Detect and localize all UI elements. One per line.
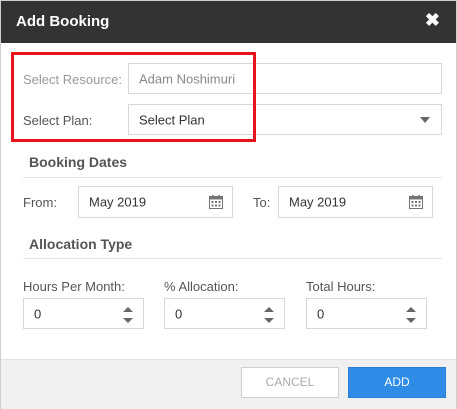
hours-per-month-input[interactable]: 0 [23,298,144,329]
booking-dates-heading: Booking Dates [29,154,128,170]
from-label: From: [23,195,57,210]
section-divider [23,177,442,178]
spinner-icon[interactable] [406,307,416,323]
allocation-type-heading: Allocation Type [29,236,133,252]
percent-allocation-input[interactable]: 0 [164,298,285,329]
percent-allocation-value: 0 [175,306,183,321]
highlight-box [11,52,256,142]
from-date-input[interactable]: May 2019 [78,186,233,218]
from-date-value: May 2019 [89,194,147,210]
spinner-icon[interactable] [123,307,133,323]
total-hours-value: 0 [317,306,325,321]
section-divider [23,258,442,259]
dialog-titlebar: Add Booking ✖ [1,1,456,43]
cancel-button[interactable]: CANCEL [241,367,339,398]
close-icon[interactable]: ✖ [425,11,440,29]
calendar-icon[interactable] [409,195,423,209]
calendar-icon[interactable] [209,195,223,209]
spinner-icon[interactable] [264,307,274,323]
chevron-down-icon [420,116,430,123]
hours-per-month-label: Hours Per Month: [23,279,125,294]
to-date-value: May 2019 [289,194,347,210]
to-date-input[interactable]: May 2019 [278,186,433,218]
total-hours-label: Total Hours: [306,279,376,294]
dialog-title: Add Booking [16,13,110,30]
add-booking-dialog: Add Booking ✖ Select Resource: Adam Nosh… [0,0,457,409]
add-button[interactable]: ADD [348,367,446,398]
total-hours-input[interactable]: 0 [306,298,427,329]
to-label: To: [253,195,271,210]
percent-allocation-label: % Allocation: [164,279,239,294]
hours-per-month-value: 0 [34,306,42,321]
